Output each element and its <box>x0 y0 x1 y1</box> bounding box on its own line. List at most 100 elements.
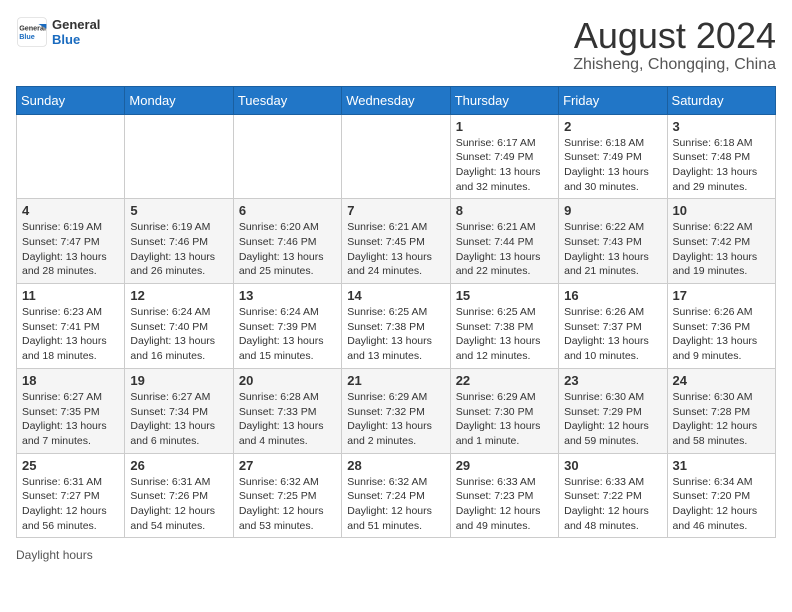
day-number: 23 <box>564 373 661 388</box>
day-number: 30 <box>564 458 661 473</box>
day-info: Sunrise: 6:26 AMSunset: 7:37 PMDaylight:… <box>564 305 661 364</box>
calendar-cell: 20Sunrise: 6:28 AMSunset: 7:33 PMDayligh… <box>233 368 341 453</box>
day-number: 15 <box>456 288 553 303</box>
calendar-cell: 13 Sunrise: 6:24 AMSunset: 7:39 PMDayligh… <box>233 284 341 369</box>
day-number: 27 <box>239 458 336 473</box>
day-info: Sunrise: 6:27 AMSunset: 7:35 PMDaylight:… <box>22 390 119 449</box>
day-header-thursday: Thursday <box>450 86 558 114</box>
day-header-wednesday: Wednesday <box>342 86 450 114</box>
day-info: Sunrise: 6:21 AMSunset: 7:44 PMDaylight:… <box>456 220 553 279</box>
calendar-week-5: 25Sunrise: 6:31 AMSunset: 7:27 PMDayligh… <box>17 453 776 538</box>
day-info: Sunrise: 6:31 AMSunset: 7:26 PMDaylight:… <box>130 475 227 534</box>
day-header-tuesday: Tuesday <box>233 86 341 114</box>
calendar-week-4: 18 Sunrise: 6:27 AMSunset: 7:35 PMDayligh… <box>17 368 776 453</box>
day-number: 11 <box>22 288 119 303</box>
day-number: 12 <box>130 288 227 303</box>
title-block: August 2024 Zhisheng, Chongqing, China <box>573 16 776 74</box>
day-info: Sunrise: 6:32 AMSunset: 7:24 PMDaylight:… <box>347 475 444 534</box>
day-info: Sunrise: 6:23 AMSunset: 7:41 PMDaylight:… <box>22 305 119 364</box>
day-number: 8 <box>456 203 553 218</box>
day-info: Sunrise: 6:19 AMSunset: 7:47 PMDaylight:… <box>22 220 119 279</box>
day-header-sunday: Sunday <box>17 86 125 114</box>
day-info: Sunrise: 6:25 AMSunset: 7:38 PMDaylight:… <box>347 305 444 364</box>
day-info: Sunrise: 6:29 AMSunset: 7:30 PMDaylight:… <box>456 390 553 449</box>
day-info: Sunrise: 6:34 AMSunset: 7:20 PMDaylight:… <box>673 475 770 534</box>
day-info: Sunrise: 6:33 AMSunset: 7:22 PMDaylight:… <box>564 475 661 534</box>
day-number: 13 <box>239 288 336 303</box>
day-info: Sunrise: 6:17 AMSunset: 7:49 PMDaylight:… <box>456 136 553 195</box>
calendar-cell: 7 Sunrise: 6:21 AMSunset: 7:45 PMDaylight… <box>342 199 450 284</box>
day-info: Sunrise: 6:25 AMSunset: 7:38 PMDaylight:… <box>456 305 553 364</box>
calendar-week-3: 11 Sunrise: 6:23 AMSunset: 7:41 PMDayligh… <box>17 284 776 369</box>
day-info: Sunrise: 6:18 AMSunset: 7:49 PMDaylight:… <box>564 136 661 195</box>
calendar-cell: 27 Sunrise: 6:32 AMSunset: 7:25 PMDayligh… <box>233 453 341 538</box>
calendar-cell <box>342 114 450 199</box>
calendar-cell: 23 Sunrise: 6:30 AMSunset: 7:29 PMDayligh… <box>559 368 667 453</box>
day-number: 5 <box>130 203 227 218</box>
day-info: Sunrise: 6:30 AMSunset: 7:28 PMDaylight:… <box>673 390 770 449</box>
calendar-cell: 25Sunrise: 6:31 AMSunset: 7:27 PMDayligh… <box>17 453 125 538</box>
day-number: 7 <box>347 203 444 218</box>
svg-text:Blue: Blue <box>19 32 35 41</box>
logo-icon: General Blue <box>16 16 48 48</box>
day-info: Sunrise: 6:22 AMSunset: 7:43 PMDaylight:… <box>564 220 661 279</box>
calendar-cell: 4 Sunrise: 6:19 AMSunset: 7:47 PMDaylight… <box>17 199 125 284</box>
day-info: Sunrise: 6:18 AMSunset: 7:48 PMDaylight:… <box>673 136 770 195</box>
logo-text: General Blue <box>52 17 100 47</box>
calendar-cell: 24 Sunrise: 6:30 AMSunset: 7:28 PMDayligh… <box>667 368 775 453</box>
calendar-cell: 31 Sunrise: 6:34 AMSunset: 7:20 PMDayligh… <box>667 453 775 538</box>
day-info: Sunrise: 6:32 AMSunset: 7:25 PMDaylight:… <box>239 475 336 534</box>
day-number: 25 <box>22 458 119 473</box>
day-number: 28 <box>347 458 444 473</box>
day-info: Sunrise: 6:21 AMSunset: 7:45 PMDaylight:… <box>347 220 444 279</box>
day-number: 19 <box>130 373 227 388</box>
day-info: Sunrise: 6:19 AMSunset: 7:46 PMDaylight:… <box>130 220 227 279</box>
calendar-cell: 3 Sunrise: 6:18 AMSunset: 7:48 PMDaylight… <box>667 114 775 199</box>
day-info: Sunrise: 6:24 AMSunset: 7:40 PMDaylight:… <box>130 305 227 364</box>
day-number: 24 <box>673 373 770 388</box>
day-header-saturday: Saturday <box>667 86 775 114</box>
day-number: 17 <box>673 288 770 303</box>
calendar-cell: 22 Sunrise: 6:29 AMSunset: 7:30 PMDayligh… <box>450 368 558 453</box>
day-number: 26 <box>130 458 227 473</box>
day-number: 18 <box>22 373 119 388</box>
day-number: 10 <box>673 203 770 218</box>
calendar-cell: 19Sunrise: 6:27 AMSunset: 7:34 PMDayligh… <box>125 368 233 453</box>
calendar-cell: 14Sunrise: 6:25 AMSunset: 7:38 PMDayligh… <box>342 284 450 369</box>
calendar-cell: 26 Sunrise: 6:31 AMSunset: 7:26 PMDayligh… <box>125 453 233 538</box>
day-number: 3 <box>673 119 770 134</box>
day-info: Sunrise: 6:29 AMSunset: 7:32 PMDaylight:… <box>347 390 444 449</box>
calendar-cell <box>125 114 233 199</box>
day-number: 9 <box>564 203 661 218</box>
subtitle: Zhisheng, Chongqing, China <box>573 56 776 74</box>
calendar-cell <box>17 114 125 199</box>
calendar-cell: 5 Sunrise: 6:19 AMSunset: 7:46 PMDaylight… <box>125 199 233 284</box>
calendar-header-row: SundayMondayTuesdayWednesdayThursdayFrid… <box>17 86 776 114</box>
day-number: 16 <box>564 288 661 303</box>
day-info: Sunrise: 6:24 AMSunset: 7:39 PMDaylight:… <box>239 305 336 364</box>
calendar-cell: 28 Sunrise: 6:32 AMSunset: 7:24 PMDayligh… <box>342 453 450 538</box>
day-number: 20 <box>239 373 336 388</box>
day-header-friday: Friday <box>559 86 667 114</box>
calendar-cell: 17Sunrise: 6:26 AMSunset: 7:36 PMDayligh… <box>667 284 775 369</box>
calendar-cell: 8 Sunrise: 6:21 AMSunset: 7:44 PMDaylight… <box>450 199 558 284</box>
day-number: 4 <box>22 203 119 218</box>
day-number: 1 <box>456 119 553 134</box>
calendar-cell: 16 Sunrise: 6:26 AMSunset: 7:37 PMDayligh… <box>559 284 667 369</box>
day-number: 22 <box>456 373 553 388</box>
day-number: 29 <box>456 458 553 473</box>
calendar-cell <box>233 114 341 199</box>
footer: Daylight hours <box>16 548 776 562</box>
calendar-cell: 29 Sunrise: 6:33 AMSunset: 7:23 PMDayligh… <box>450 453 558 538</box>
day-info: Sunrise: 6:33 AMSunset: 7:23 PMDaylight:… <box>456 475 553 534</box>
day-number: 31 <box>673 458 770 473</box>
calendar-cell: 18 Sunrise: 6:27 AMSunset: 7:35 PMDayligh… <box>17 368 125 453</box>
day-number: 6 <box>239 203 336 218</box>
calendar-cell: 15 Sunrise: 6:25 AMSunset: 7:38 PMDayligh… <box>450 284 558 369</box>
day-info: Sunrise: 6:30 AMSunset: 7:29 PMDaylight:… <box>564 390 661 449</box>
day-number: 21 <box>347 373 444 388</box>
calendar-cell: 2Sunrise: 6:18 AMSunset: 7:49 PMDaylight… <box>559 114 667 199</box>
calendar-cell: 10Sunrise: 6:22 AMSunset: 7:42 PMDayligh… <box>667 199 775 284</box>
calendar-cell: 9 Sunrise: 6:22 AMSunset: 7:43 PMDaylight… <box>559 199 667 284</box>
main-title: August 2024 <box>573 16 776 56</box>
